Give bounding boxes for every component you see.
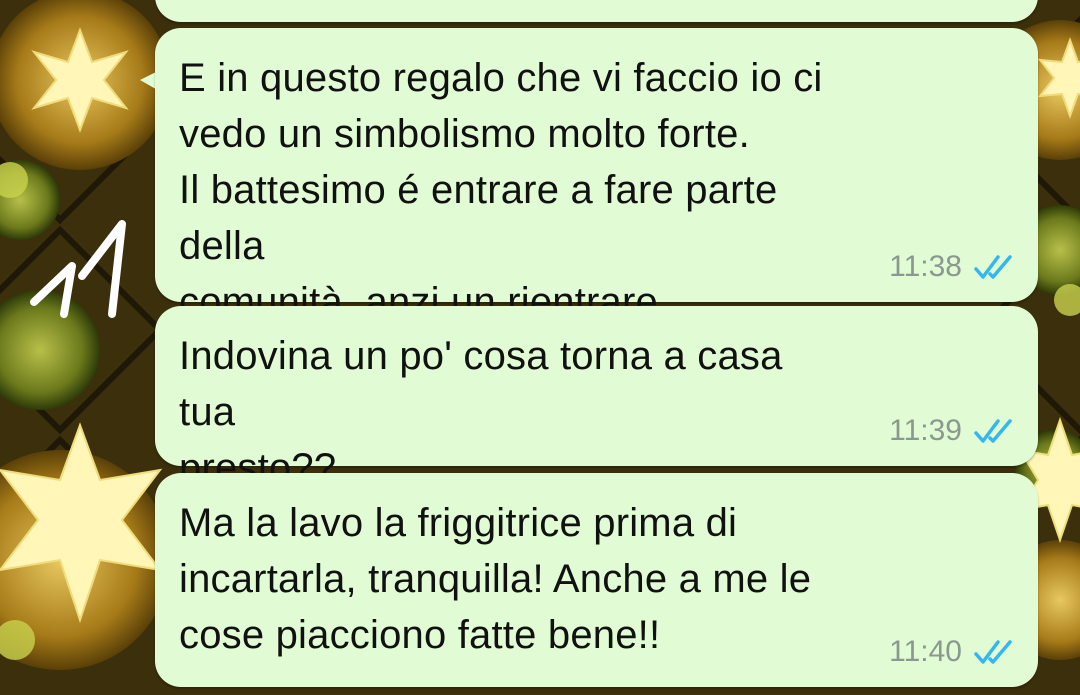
message-bubble[interactable]: E in questo regalo che vi faccio io ci v… [155, 28, 1038, 324]
message-meta: 11:40 [889, 635, 1016, 669]
double-check-icon [974, 419, 1012, 443]
message-bubble[interactable]: Ma la lavo la friggitrice prima di incar… [155, 473, 1038, 687]
message-text: E in questo regalo che vi faccio io ci v… [179, 56, 823, 324]
message-text: Ma la lavo la friggitrice prima di incar… [179, 501, 812, 657]
previous-message-bubble[interactable] [155, 0, 1038, 22]
message-bubble[interactable]: Indovina un po' cosa torna a casa tua pr… [155, 306, 1038, 490]
message-time: 11:38 [889, 250, 962, 283]
handwritten-number-annotation [30, 220, 126, 318]
message-time: 11:40 [889, 635, 962, 668]
double-check-icon [974, 255, 1012, 279]
message-meta: 11:38 [889, 250, 1016, 284]
double-check-icon [974, 640, 1012, 664]
message-text: Indovina un po' cosa torna a casa tua pr… [179, 334, 783, 490]
message-time: 11:39 [889, 414, 962, 447]
message-meta: 11:39 [889, 414, 1016, 448]
